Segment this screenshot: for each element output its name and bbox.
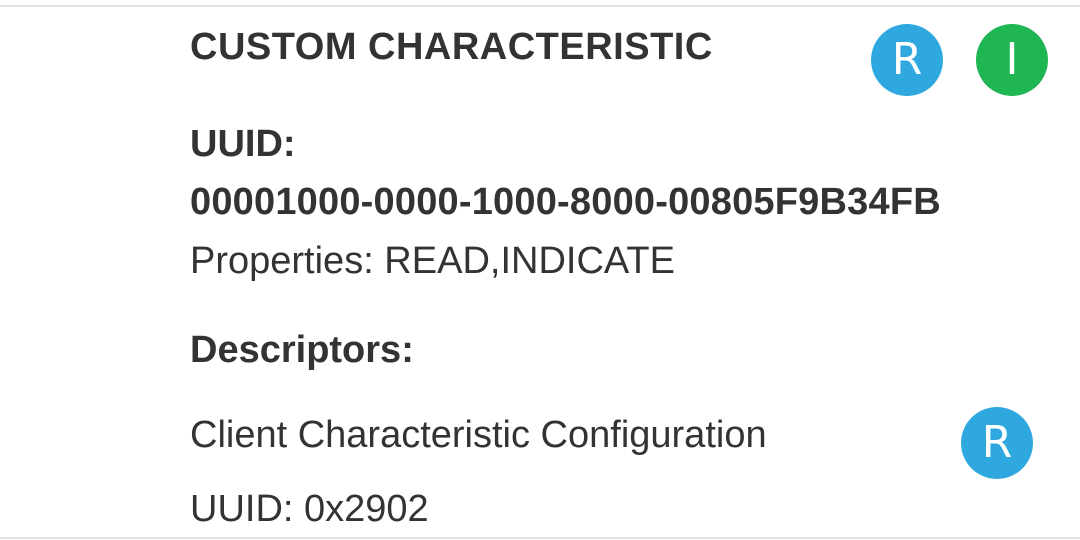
descriptor-uuid: UUID: 0x2902 [190, 488, 429, 530]
characteristic-uuid-value: 00001000-0000-1000-8000-00805F9B34FB [190, 181, 941, 223]
read-descriptor-button[interactable]: R [961, 407, 1033, 479]
bottom-divider [0, 537, 1080, 539]
indicate-characteristic-button[interactable]: I [976, 24, 1048, 96]
characteristic-title: CUSTOM CHARACTERISTIC [190, 26, 713, 68]
characteristic-properties: Properties: READ,INDICATE [190, 240, 675, 282]
descriptor-name: Client Characteristic Configuration [190, 414, 767, 456]
descriptors-heading: Descriptors: [190, 329, 414, 371]
top-divider [0, 5, 1080, 7]
read-characteristic-button[interactable]: R [871, 24, 943, 96]
characteristic-uuid-label: UUID: [190, 123, 296, 165]
